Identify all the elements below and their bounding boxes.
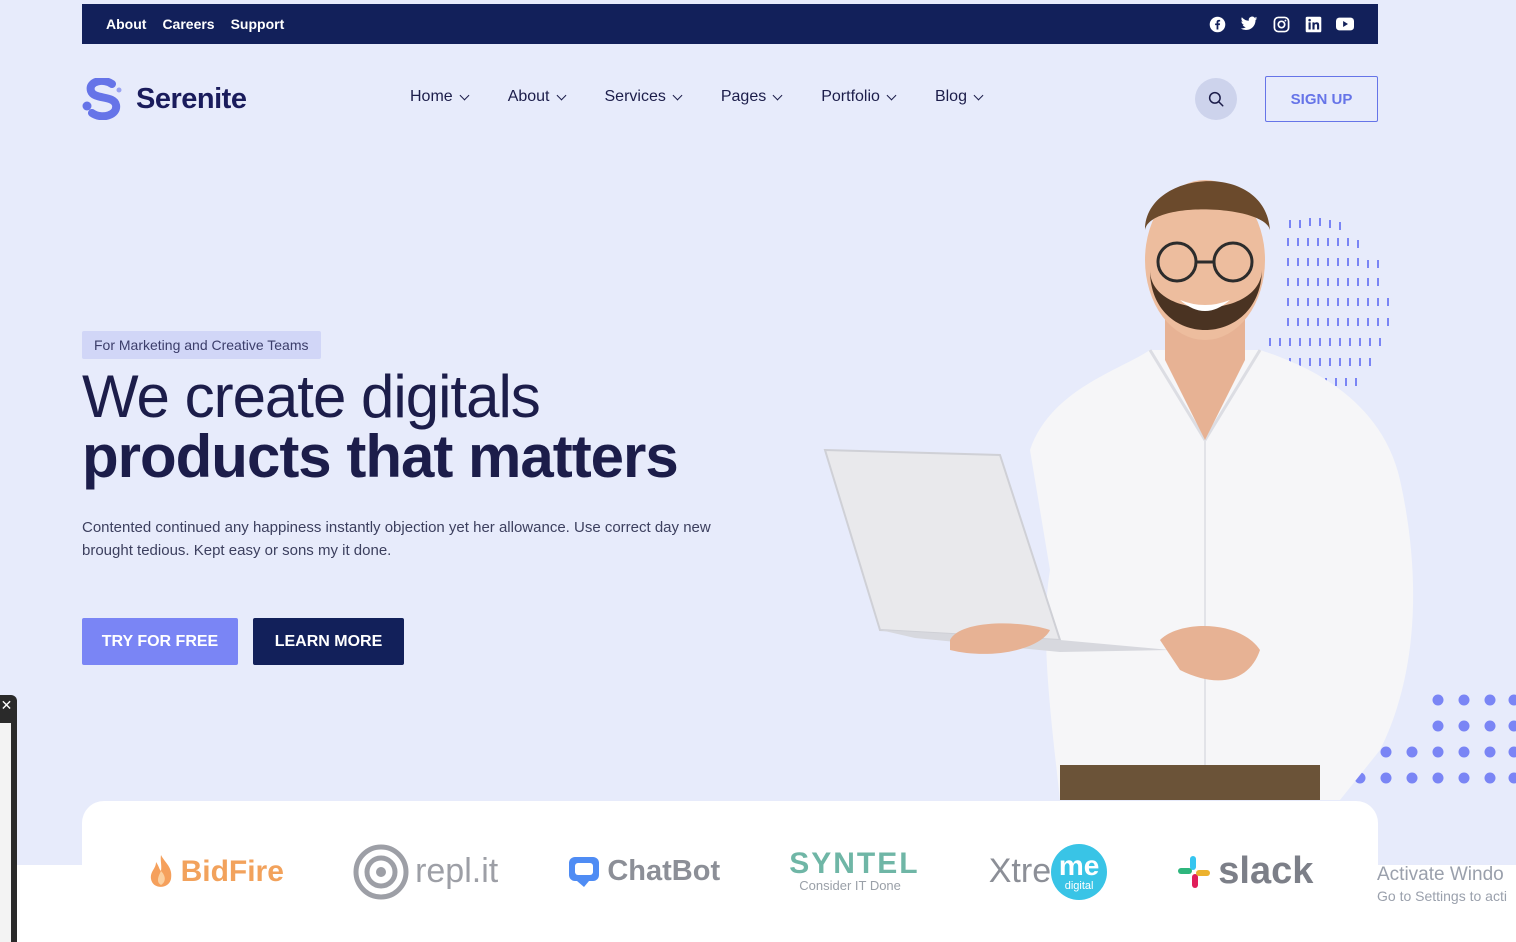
person-shirt [1030, 350, 1414, 800]
nav-item-about[interactable]: About [507, 88, 566, 106]
activate-windows-watermark: Activate Windo Go to Settings to acti [1377, 864, 1507, 904]
learn-more-button[interactable]: LEARN MORE [253, 618, 404, 665]
signup-button[interactable]: SIGN UP [1265, 76, 1378, 122]
brand-logo-chatbot: ChatBot [567, 855, 720, 889]
brand-logo-bidfire: BidFire [147, 853, 284, 891]
nav-item-blog[interactable]: Blog [934, 88, 984, 106]
hero-tag: For Marketing and Creative Teams [82, 331, 321, 359]
search-icon [1208, 91, 1224, 107]
watermark-subtitle: Go to Settings to acti [1377, 888, 1507, 904]
youtube-icon[interactable] [1336, 15, 1354, 33]
top-links: About Careers Support [106, 16, 284, 32]
brand-logo-xtreme: Xtre me digital [988, 843, 1108, 900]
nav-label: About [507, 88, 550, 105]
brand-logo-slack: slack [1176, 850, 1313, 893]
twitter-icon[interactable] [1240, 15, 1258, 33]
laptop [823, 448, 1062, 642]
brand-accent: me [1058, 850, 1100, 881]
serenite-logo-icon [82, 78, 122, 120]
top-link-support[interactable]: Support [231, 16, 285, 32]
nav-item-home[interactable]: Home [410, 88, 470, 106]
nav-item-pages[interactable]: Pages [720, 88, 783, 106]
facebook-icon[interactable] [1208, 15, 1226, 33]
repl-icon [353, 844, 409, 899]
close-icon[interactable]: ✕ [0, 698, 13, 713]
chevron-down-icon [672, 90, 683, 100]
social-links [1208, 15, 1354, 33]
brand-sub: digital [1064, 880, 1094, 892]
hero-description: Contented continued any happiness instan… [82, 519, 711, 559]
side-widget-panel [0, 723, 11, 942]
xtreme-icon: me digital [1051, 843, 1108, 900]
brand-logos-bar: BidFire repl.it ChatBot SYNTEL Consider … [82, 801, 1378, 942]
brand-name: SYNTEL [789, 847, 920, 880]
brand-logo-replit: repl.it [353, 844, 498, 900]
nav-label: Home [410, 88, 453, 105]
top-link-careers[interactable]: Careers [162, 16, 214, 32]
chevron-down-icon [772, 90, 783, 100]
flame-icon [150, 854, 171, 887]
nav-item-portfolio[interactable]: Portfolio [821, 88, 897, 106]
watermark-title: Activate Windo [1377, 864, 1504, 885]
chevron-down-icon [459, 90, 470, 100]
side-chat-widget[interactable]: ✕ [0, 695, 17, 942]
linkedin-icon[interactable] [1304, 15, 1322, 33]
nav-item-services[interactable]: Services [604, 88, 683, 106]
brand-name: Serenite [136, 82, 247, 115]
brand-name: repl.it [415, 852, 499, 890]
brand-name: slack [1218, 850, 1314, 892]
brand-tagline: Consider IT Done [799, 878, 901, 893]
brand-logo-syntel: SYNTEL Consider IT Done [789, 847, 920, 894]
chevron-down-icon [886, 90, 897, 100]
nav-label: Services [604, 88, 666, 105]
chevron-down-icon [973, 90, 984, 100]
instagram-icon[interactable] [1272, 15, 1290, 33]
brand-logo[interactable]: Serenite [82, 78, 247, 120]
slack-icon [1178, 855, 1211, 888]
try-for-free-button[interactable]: TRY FOR FREE [82, 618, 238, 665]
top-bar: About Careers Support [82, 4, 1378, 44]
nav-label: Pages [720, 88, 767, 105]
main-nav: Home About Services Pages Portfolio Blog [410, 88, 984, 106]
nav-label: Portfolio [821, 88, 880, 105]
search-button[interactable] [1195, 78, 1237, 120]
top-link-about[interactable]: About [106, 16, 146, 32]
brand-name: BidFire [180, 854, 284, 888]
hero-title-line1: We create digitals [82, 363, 541, 430]
nav-label: Blog [934, 88, 967, 105]
hero-title-line2: products that matters [82, 423, 679, 490]
brand-name: Xtre [988, 852, 1052, 890]
hero-illustration [823, 180, 1516, 800]
chat-icon [569, 856, 600, 887]
brand-name: ChatBot [607, 855, 721, 887]
chevron-down-icon [556, 90, 566, 100]
